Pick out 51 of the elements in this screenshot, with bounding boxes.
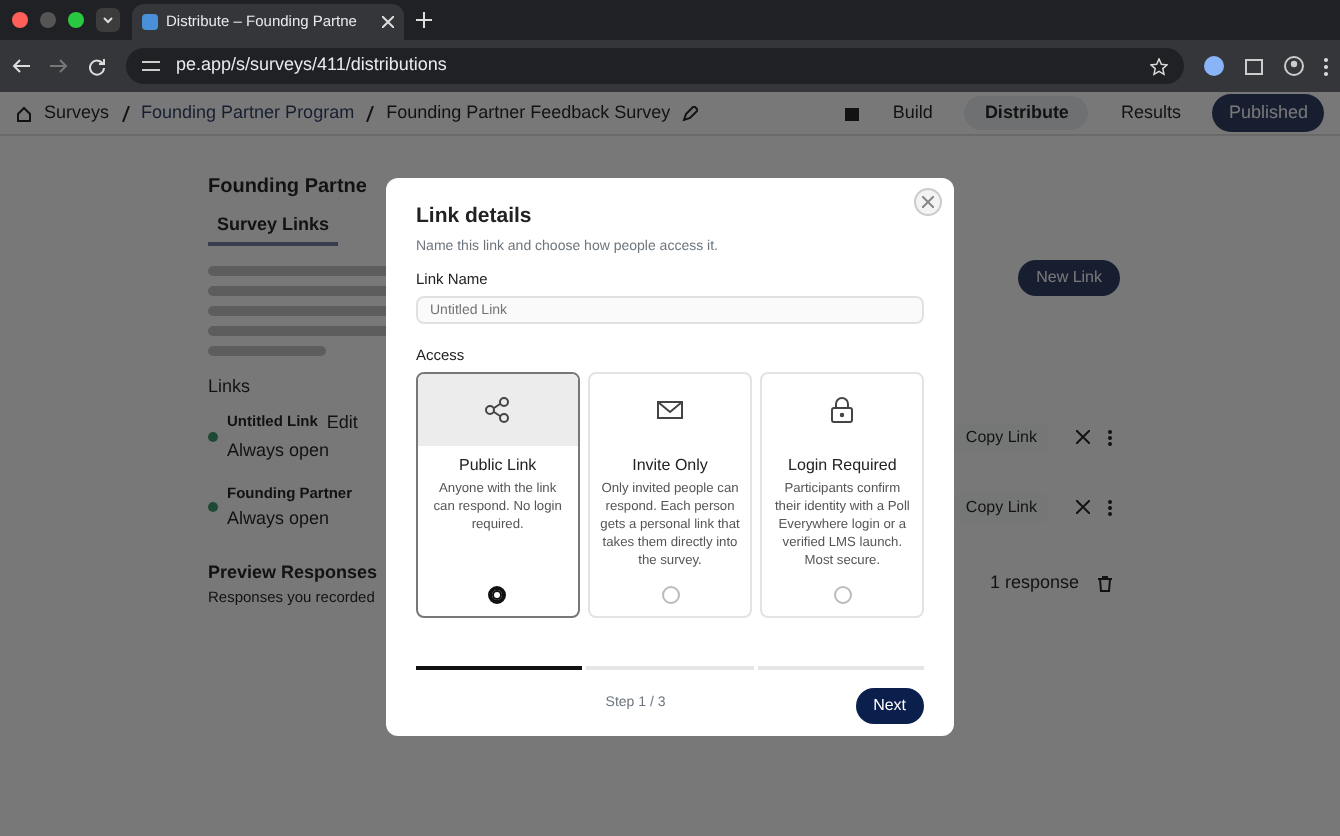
close-icon [922, 196, 934, 208]
section-label: Links [208, 374, 251, 401]
close-icon[interactable] [1075, 500, 1089, 515]
option-title: Invite Only [630, 454, 710, 478]
new-tab-icon[interactable] [416, 12, 432, 28]
slash-separator-icon [366, 105, 375, 121]
status-dot [208, 432, 218, 443]
site-settings-icon[interactable] [142, 58, 160, 74]
link-status: Always open [227, 437, 330, 464]
share-icon [483, 395, 512, 423]
nav-tab[interactable]: Build [872, 95, 953, 131]
edit-link[interactable]: Edit [326, 410, 358, 438]
profile-icon[interactable] [1284, 56, 1304, 76]
tab-menu-icon[interactable] [96, 8, 120, 32]
breadcrumb-link[interactable]: Founding Partner Program [141, 99, 355, 127]
bookmark-star-icon[interactable] [1150, 57, 1168, 75]
close-tab-icon[interactable] [382, 16, 394, 28]
status-dot [208, 502, 218, 513]
breadcrumb-link[interactable]: Surveys [44, 99, 110, 127]
radio-button[interactable] [661, 585, 679, 603]
page-tab[interactable]: Survey Links [208, 211, 339, 247]
padlock-icon [828, 395, 857, 423]
section-title: Preview Responses [208, 559, 378, 586]
envelope-icon [656, 395, 684, 423]
nav-tab[interactable]: Results [1100, 95, 1201, 131]
forward-icon[interactable] [50, 58, 68, 74]
option-title: Login Required [786, 454, 899, 478]
home-icon[interactable] [16, 105, 32, 121]
maximize-window-button[interactable] [68, 12, 84, 28]
link-status: Always open [227, 505, 330, 532]
publish-button[interactable]: Published [1212, 93, 1324, 133]
radio-button[interactable] [488, 585, 507, 603]
next-button[interactable]: Next [855, 687, 925, 723]
back-icon[interactable] [12, 58, 30, 74]
trash-icon[interactable] [1097, 575, 1111, 592]
breadcrumb-link[interactable]: Founding Partner Feedback Survey [386, 99, 671, 127]
radio-button[interactable] [833, 585, 852, 603]
extension-icon[interactable] [1204, 56, 1224, 76]
response-count: 1 response [989, 570, 1079, 597]
pencil-icon[interactable] [682, 105, 699, 121]
favicon-icon [142, 14, 158, 30]
option-title: Public Link [456, 454, 539, 478]
page-title: Founding Partne [208, 174, 367, 202]
close-button[interactable] [914, 188, 942, 216]
dialog-title: Link details [416, 202, 532, 232]
slash-separator-icon [121, 105, 130, 121]
close-icon[interactable] [1075, 430, 1089, 445]
nav-tab[interactable]: Distribute [964, 95, 1089, 131]
new-link-button[interactable]: New Link [1018, 260, 1120, 296]
close-window-button[interactable] [12, 12, 28, 28]
reload-icon[interactable] [88, 57, 106, 75]
